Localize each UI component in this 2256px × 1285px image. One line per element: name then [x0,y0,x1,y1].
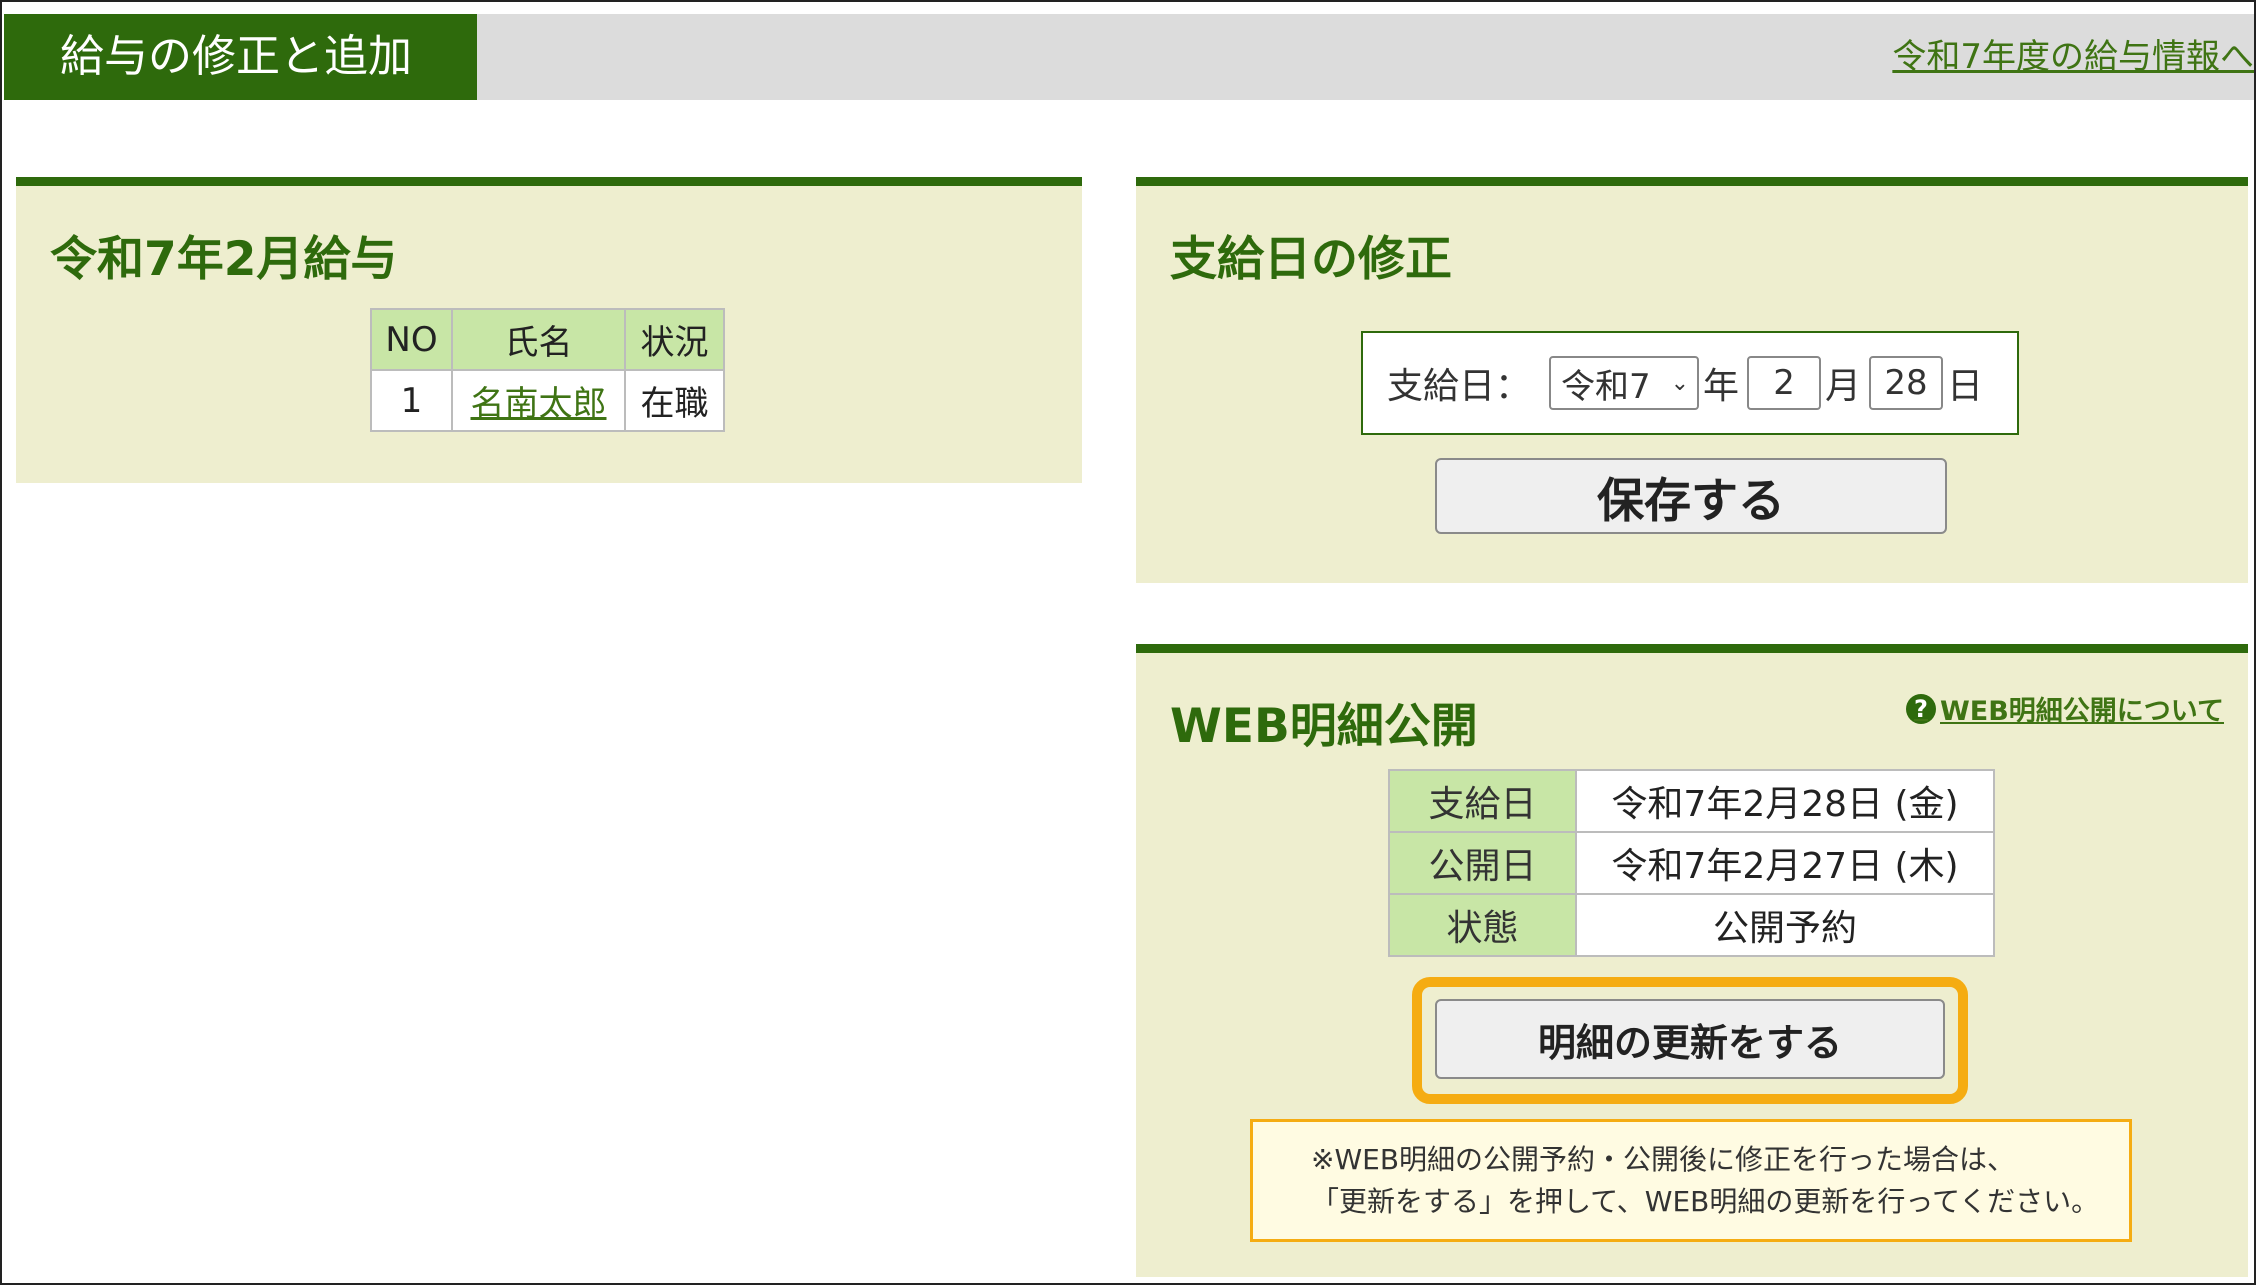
payment-date-heading: 支給日の修正 [1170,232,1452,287]
month-input[interactable]: 2 [1747,356,1822,410]
column-header-no: NO [370,308,453,371]
row-value-state: 公開予約 [1575,893,1995,957]
payment-date-form: 支給日： 令和7 ⌄ 年 2 月 28 日 [1361,331,2019,435]
web-payslip-help-link[interactable]: ? WEB明細公開について [1906,689,2224,728]
salary-panel: 令和7年2月給与 NO 氏名 状況 1 名南太郎 在職 [16,177,1082,483]
table-row: 状態 公開予約 [1388,893,1995,957]
employee-status: 在職 [624,369,725,432]
employee-table-header: NO 氏名 状況 [370,308,725,371]
help-icon: ? [1906,693,1936,724]
web-payslip-heading: WEB明細公開 [1170,699,1478,754]
row-value-publish-date: 令和7年2月27日 (木) [1575,831,1995,895]
page-title: 給与の修正と追加 [4,14,477,100]
app-frame: 給与の修正と追加 令和7年度の給与情報へ 令和7年2月給与 NO 氏名 状況 1… [0,0,2256,1285]
employee-name-cell: 名南太郎 [451,369,626,432]
employee-name-link[interactable]: 名南太郎 [471,384,607,424]
web-payslip-table: 支給日 令和7年2月28日 (金) 公開日 令和7年2月27日 (木) 状態 公… [1388,769,1995,957]
row-value-payment-date: 令和7年2月28日 (金) [1575,769,1995,833]
day-unit: 日 [1947,366,1984,407]
chevron-down-icon: ⌄ [1670,370,1690,396]
employee-table: NO 氏名 状況 1 名南太郎 在職 [370,308,725,432]
salary-panel-heading: 令和7年2月給与 [50,232,398,287]
payment-date-label: 支給日： [1387,366,1532,407]
update-payslip-button[interactable]: 明細の更新をする [1435,999,1945,1079]
web-payslip-help-label: WEB明細公開について [1940,696,2224,727]
notice-line-1: ※WEB明細の公開予約・公開後に修正を行った場合は、 [1311,1142,2016,1176]
table-row: 支給日 令和7年2月28日 (金) [1388,769,1995,833]
table-row: 1 名南太郎 在職 [370,369,725,432]
web-payslip-panel: WEB明細公開 ? WEB明細公開について 支給日 令和7年2月28日 (金) … [1136,644,2248,1277]
header-bar: 給与の修正と追加 令和7年度の給与情報へ [4,14,2254,100]
era-year-select[interactable]: 令和7 ⌄ [1549,356,1700,410]
save-button[interactable]: 保存する [1435,458,1947,534]
row-label-payment-date: 支給日 [1388,769,1577,833]
update-notice: ※WEB明細の公開予約・公開後に修正を行った場合は、 「更新をする」を押して、W… [1250,1119,2132,1242]
month-unit: 月 [1825,366,1862,407]
row-label-state: 状態 [1388,893,1577,957]
row-label-publish-date: 公開日 [1388,831,1577,895]
day-input[interactable]: 28 [1869,356,1944,410]
era-year-value: 令和7 [1561,366,1651,407]
column-header-name: 氏名 [451,308,626,371]
employee-no: 1 [370,369,453,432]
column-header-status: 状況 [624,308,725,371]
table-row: 公開日 令和7年2月27日 (木) [1388,831,1995,895]
fiscal-year-salary-link[interactable]: 令和7年度の給与情報へ [1892,14,2254,100]
year-unit: 年 [1703,366,1740,407]
payment-date-panel: 支給日の修正 支給日： 令和7 ⌄ 年 2 月 28 日 保存する [1136,177,2248,583]
notice-line-2: 「更新をする」を押して、WEB明細の更新を行ってください。 [1311,1184,2100,1218]
